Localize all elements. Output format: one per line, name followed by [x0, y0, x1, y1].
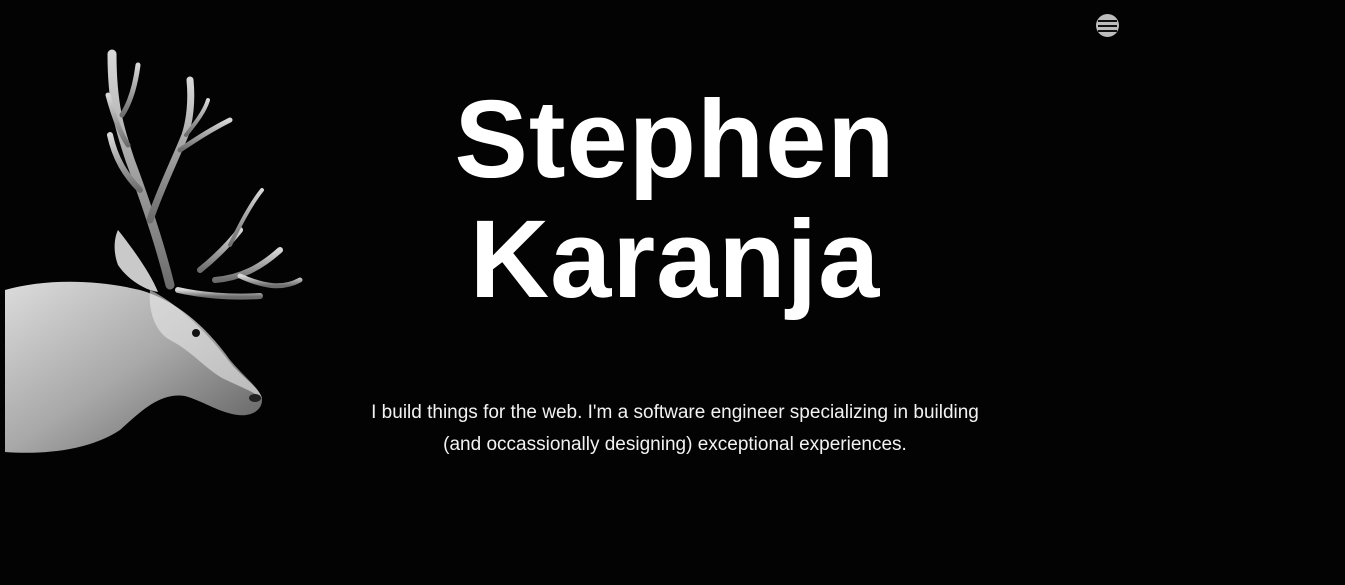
tagline-line-1: I build things for the web. I'm a softwa… [371, 402, 979, 423]
title-first-name: Stephen [454, 78, 896, 201]
tagline-line-2: (and occassionally designing) exceptiona… [443, 434, 907, 455]
title-last-name: Karanja [469, 198, 881, 321]
tagline: I build things for the web. I'm a softwa… [0, 397, 1345, 461]
menu-button[interactable] [1096, 14, 1119, 37]
page-title: Stephen Karanja [0, 80, 1345, 320]
